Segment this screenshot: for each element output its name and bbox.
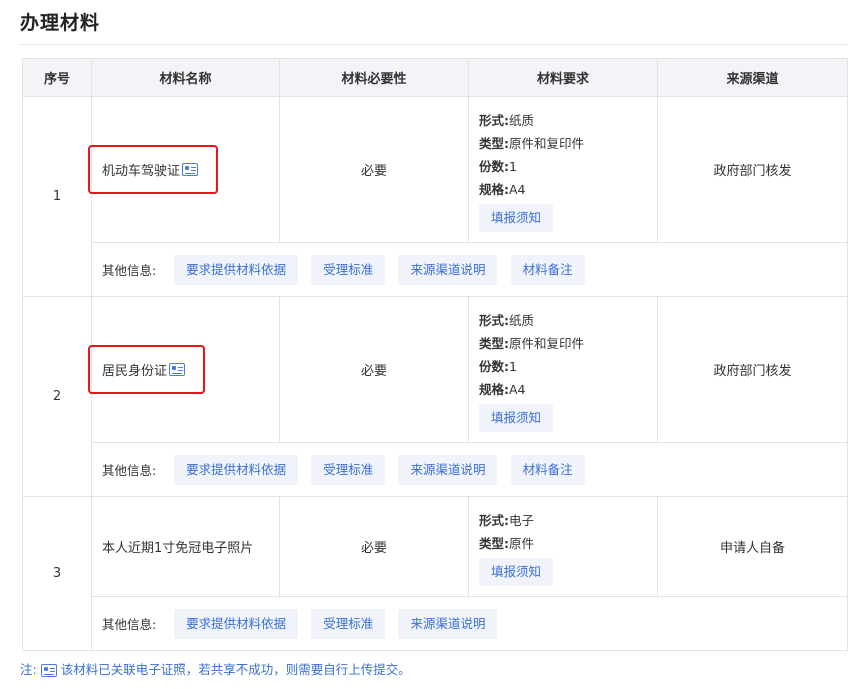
material-remark-button[interactable]: 材料备注 [510,454,585,485]
req-form: 形式:电子 [479,513,535,528]
header-name: 材料名称 [91,58,280,97]
seq-cell: 1 [22,96,92,297]
req-type: 类型:原件 [479,536,535,551]
table-row: 2 居民身份证 必要 形式:纸质 类型:原件和复印件 份数:1 规格:A4 填报… [22,296,848,497]
other-info-cell: 其他信息: 要求提供材料依据 受理标准 来源渠道说明 材料备注 [91,242,848,297]
acceptance-standard-button[interactable]: 受理标准 [311,454,386,485]
requirements-cell: 形式:电子 类型:原件 填报须知 [468,496,658,597]
seq-cell: 3 [22,496,92,651]
header-source: 来源渠道 [657,58,848,97]
material-name-cell: 本人近期1寸免冠电子照片 [91,496,280,597]
fill-notice-button[interactable]: 填报须知 [479,204,554,232]
material-name[interactable]: 机动车驾驶证 [102,164,180,179]
other-info-cell: 其他信息: 要求提供材料依据 受理标准 来源渠道说明 材料备注 [91,442,848,497]
other-info-label: 其他信息: [102,263,157,278]
source-cell: 申请人自备 [657,496,848,597]
requirements-cell: 形式:纸质 类型:原件和复印件 份数:1 规格:A4 填报须知 [468,96,658,243]
acceptance-standard-button[interactable]: 受理标准 [311,608,386,639]
table-row: 3 本人近期1寸免冠电子照片 必要 形式:电子 类型:原件 填报须知 申请人自备 [22,496,848,651]
basis-button[interactable]: 要求提供材料依据 [174,608,299,639]
header-necessity: 材料必要性 [279,58,469,97]
basis-button[interactable]: 要求提供材料依据 [174,454,299,485]
source-explanation-button[interactable]: 来源渠道说明 [398,454,498,485]
header-seq: 序号 [22,58,92,97]
fill-notice-button[interactable]: 填报须知 [479,558,554,586]
footnote-text: 该材料已关联电子证照，若共享不成功，则需要自行上传提交。 [60,662,411,677]
req-form: 形式:纸质 [479,113,535,128]
req-copies: 份数:1 [479,359,517,374]
other-info-row: 其他信息: 要求提供材料依据 受理标准 来源渠道说明 材料备注 [23,442,848,497]
source-cell: 政府部门核发 [657,96,848,243]
footnote-prefix: 注: [20,662,37,677]
table-header-row: 序号 材料名称 材料必要性 材料要求 来源渠道 [22,58,848,97]
id-card-icon[interactable] [182,163,199,176]
id-card-icon[interactable] [169,363,186,376]
requirements-cell: 形式:纸质 类型:原件和复印件 份数:1 规格:A4 填报须知 [468,296,658,443]
material-remark-button[interactable]: 材料备注 [510,254,585,285]
other-info-label: 其他信息: [102,617,157,632]
header-requirements: 材料要求 [468,58,658,97]
other-info-row: 其他信息: 要求提供材料依据 受理标准 来源渠道说明 [23,596,848,651]
fill-notice-button[interactable]: 填报须知 [479,404,554,432]
material-name-cell: 居民身份证 [88,296,280,443]
req-form: 形式:纸质 [479,313,535,328]
source-cell: 政府部门核发 [657,296,848,443]
material-name-cell: 机动车驾驶证 [88,96,280,243]
req-type: 类型:原件和复印件 [479,136,585,151]
footnote: 注: 该材料已关联电子证照，若共享不成功，则需要自行上传提交。 [20,659,411,678]
source-explanation-button[interactable]: 来源渠道说明 [398,608,498,639]
title-divider [20,44,847,45]
req-spec: 规格:A4 [479,382,526,397]
table-row: 1 机动车驾驶证 必要 形式:纸质 类型:原件和复印件 份数:1 规格:A4 填… [22,96,848,297]
req-copies: 份数:1 [479,159,517,174]
req-spec: 规格:A4 [479,182,526,197]
necessity-cell: 必要 [279,496,469,597]
other-info-row: 其他信息: 要求提供材料依据 受理标准 来源渠道说明 材料备注 [23,242,848,297]
acceptance-standard-button[interactable]: 受理标准 [311,254,386,285]
source-explanation-button[interactable]: 来源渠道说明 [398,254,498,285]
necessity-cell: 必要 [279,296,469,443]
materials-table: 序号 材料名称 材料必要性 材料要求 来源渠道 1 机动车驾驶证 必要 形式:纸… [22,58,848,651]
req-type: 类型:原件和复印件 [479,336,585,351]
material-name[interactable]: 居民身份证 [102,364,167,379]
page-title: 办理材料 [20,12,101,34]
seq-cell: 2 [22,296,92,497]
necessity-cell: 必要 [279,96,469,243]
highlight-box: 机动车驾驶证 [88,145,219,194]
material-name[interactable]: 本人近期1寸免冠电子照片 [102,541,253,556]
other-info-label: 其他信息: [102,463,157,478]
other-info-cell: 其他信息: 要求提供材料依据 受理标准 来源渠道说明 [91,596,848,651]
highlight-box: 居民身份证 [88,345,206,394]
basis-button[interactable]: 要求提供材料依据 [174,254,299,285]
id-card-icon [40,664,57,677]
